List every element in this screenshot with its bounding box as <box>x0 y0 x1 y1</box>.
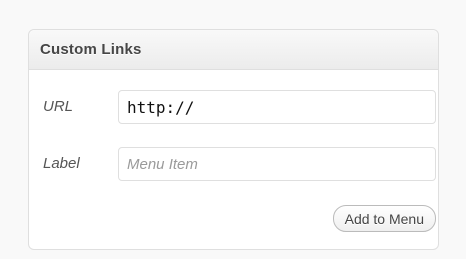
add-to-menu-button[interactable]: Add to Menu <box>332 205 436 232</box>
label-row: Label <box>29 147 438 181</box>
url-label: URL <box>43 98 74 115</box>
url-row: URL <box>29 90 438 124</box>
custom-links-panel: Custom Links URL Label Add to Menu <box>28 29 439 250</box>
url-input[interactable] <box>118 90 436 124</box>
label-label: Label <box>43 155 80 172</box>
panel-header: Custom Links <box>29 30 438 70</box>
panel-title: Custom Links <box>40 41 142 58</box>
label-input[interactable] <box>118 147 436 181</box>
